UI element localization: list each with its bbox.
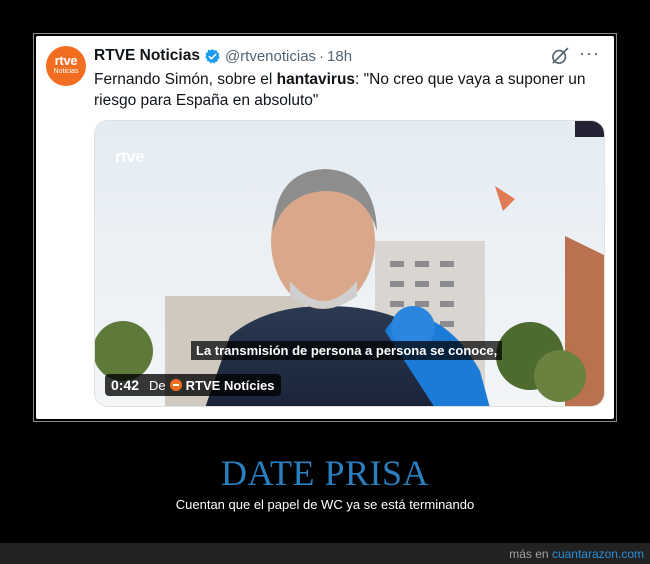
tweet-text: Fernando Simón, sobre el hantavirus: "No… [94,69,594,111]
video-frame-image [95,121,604,406]
meme-title: DATE PRISA [220,453,430,493]
video-info-bar: 0:42 De RTVE Notícies [105,374,281,396]
verified-badge-icon [205,48,220,64]
video-subtitle: La transmisión de persona a persona se c… [191,341,503,360]
tweet-header: RTVE Noticias @rtvenoticias · 18h [94,46,352,66]
display-name[interactable]: RTVE Noticias [94,47,200,65]
timestamp[interactable]: 18h [327,48,352,65]
separator-dot: · [319,47,325,65]
source-name[interactable]: RTVE Notícies [186,378,275,393]
source-logo-icon [169,379,182,391]
source-label: De [149,377,166,393]
tweet-card[interactable]: rtve Noticias RTVE Noticias @rtvenoticia… [36,36,614,419]
video-duration: 0:42 [111,377,140,393]
avatar-logo-text: rtve [54,53,78,68]
footer-text: más en cuantarazon.com [509,547,644,561]
meme-subtitle: Cuentan que el papel de WC ya se está te… [175,497,475,512]
avatar[interactable]: rtve Noticias [46,46,86,86]
video-player[interactable]: rtve La transmisión de persona a persona… [94,120,605,407]
grok-icon[interactable] [550,46,570,66]
avatar-logo-subtext: Noticias [53,68,79,75]
more-options-icon[interactable]: ··· [579,44,600,62]
tweet-text-part1: Fernando Simón, sobre el [94,71,277,88]
post-frame: rtve Noticias RTVE Noticias @rtvenoticia… [33,33,617,422]
user-handle[interactable]: @rtvenoticias [225,48,316,65]
footer-prefix: más en [509,547,552,561]
site-link[interactable]: cuantarazon.com [552,547,644,561]
channel-watermark: rtve [115,147,145,166]
footer-bar: más en cuantarazon.com [0,543,650,564]
tweet-text-hashtag: hantavirus [276,71,356,88]
